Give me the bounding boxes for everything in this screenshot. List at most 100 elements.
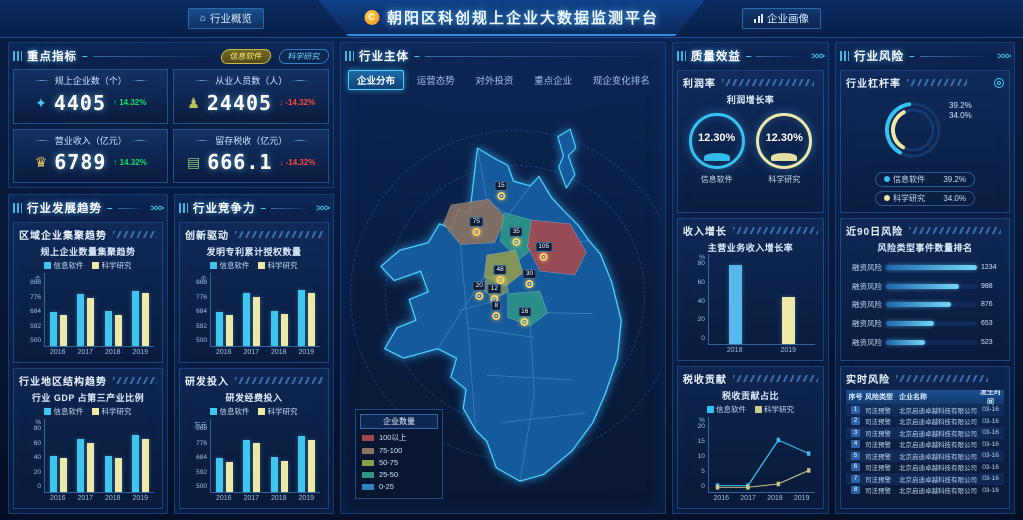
table-row[interactable]: 3司法预警北京启迪卓越科技有限公司03-16	[846, 427, 1004, 439]
metric-delta: ↓ -14.32%	[279, 98, 315, 107]
marker-pin-icon	[496, 276, 504, 284]
map-marker[interactable]: 75	[470, 217, 483, 236]
row-index-cell: 8	[846, 486, 865, 494]
table-row[interactable]: 6司法预警北京启迪卓越科技有限公司03-16	[846, 462, 1004, 474]
legend-label: 科学研究	[267, 260, 297, 271]
risk-type-cell: 司法预警	[865, 462, 899, 472]
occur-time-cell: 03-16	[977, 406, 1004, 413]
risk-bar-row: 融资风险653	[846, 318, 1004, 329]
nav-portrait-label: 企业画像	[767, 11, 809, 26]
trophy-icon: ♛	[35, 155, 48, 169]
bars-row	[210, 419, 320, 493]
x-tick: 2018	[99, 349, 127, 356]
tab-重点企业[interactable]: 重点企业	[526, 71, 580, 89]
map-marker[interactable]: 30	[523, 269, 536, 288]
x-tick: 2017	[72, 349, 100, 356]
panel-bars-icon	[840, 51, 849, 61]
key-indicators-header: 重点指标 – 信息软件 科学研究	[13, 47, 329, 65]
legend-item: 信息软件	[44, 406, 83, 417]
expand-arrows-icon[interactable]: >>>	[811, 51, 824, 61]
competitiveness-header: 行业竞争力 – >>>	[179, 199, 329, 217]
bar	[142, 293, 149, 346]
toggle-science-research[interactable]: 科学研究	[278, 49, 331, 64]
metric-value: 666.1	[207, 150, 272, 174]
hatch-decoration	[235, 377, 323, 384]
key-indicators-title: 重点指标	[27, 48, 77, 64]
table-row[interactable]: 2司法预警北京启迪卓越科技有限公司03-16	[846, 416, 1004, 428]
subcard-header: 实时风险	[846, 371, 1004, 386]
gauge-wave-decoration	[704, 153, 730, 161]
expand-arrows-icon[interactable]: >>>	[997, 51, 1010, 61]
hatch-decoration	[113, 231, 157, 238]
y-tick: 5	[701, 468, 705, 475]
y-tick: 0	[701, 483, 705, 490]
map-marker[interactable]: 48	[493, 265, 506, 284]
chart-title: 规上企业数量集聚趋势	[19, 245, 157, 258]
marker-pin-icon	[492, 312, 500, 320]
enterprise-agglomeration-chart: 规上企业数量集聚趋势信息软件科学研究个868776684592500201620…	[19, 242, 157, 358]
risk-bar-track	[886, 265, 977, 270]
table-row[interactable]: 8司法预警北京启迪卓越科技有限公司03-16	[846, 485, 1004, 497]
hatch-decoration	[235, 231, 323, 238]
bar	[308, 293, 315, 346]
column-header: 企业名称	[899, 392, 977, 402]
map-marker[interactable]: 20	[473, 281, 486, 300]
money-icon: ▤	[187, 155, 200, 169]
bar-group	[100, 419, 127, 492]
map-marker[interactable]: 15	[494, 181, 507, 200]
hatch-decoration	[907, 79, 967, 86]
x-tick: 2016	[708, 495, 735, 502]
nav-enterprise-portrait[interactable]: 企业画像	[742, 8, 821, 29]
risk-bar-track	[886, 284, 977, 289]
row-number-badge: 4	[851, 440, 860, 448]
table-row[interactable]: 5司法预警北京启迪卓越科技有限公司03-16	[846, 450, 1004, 462]
bar-group	[72, 419, 99, 492]
tab-企业分布[interactable]: 企业分布	[348, 70, 404, 90]
risk-type-cell: 司法预警	[865, 439, 899, 449]
map-legend-item: 75-100	[362, 446, 436, 455]
bar-group	[709, 254, 762, 344]
legend-swatch	[210, 408, 217, 415]
tab-规企变化排名[interactable]: 规企变化排名	[585, 71, 658, 89]
toggle-info-software[interactable]: 信息软件	[220, 49, 273, 64]
table-row[interactable]: 7司法预警北京启迪卓越科技有限公司03-16	[846, 473, 1004, 485]
expand-arrows-icon[interactable]: >>>	[150, 203, 163, 213]
y-tick: 592	[30, 323, 41, 330]
hatch-decoration	[909, 227, 1001, 234]
subcard-title: 收入增长	[683, 223, 727, 238]
x-tick: 2018	[265, 349, 293, 356]
table-row[interactable]: 1司法预警北京启迪卓越科技有限公司03-16	[846, 404, 1004, 416]
x-tick: 2017	[237, 495, 265, 502]
map-marker[interactable]: 16	[518, 307, 531, 326]
bar-group	[265, 419, 292, 492]
legend-swatch	[210, 262, 217, 269]
row-index-cell: 7	[846, 475, 865, 483]
y-tick: 80	[698, 260, 705, 267]
plot-area: 2016201720182019	[210, 419, 320, 504]
subcard-header: 近90日风险	[846, 223, 1004, 238]
metric-value-row: ▤666.1↓ -14.32%	[178, 147, 323, 179]
marker-value: 15	[494, 181, 507, 191]
risk-type-label: 融资风险	[846, 281, 882, 292]
nav-overview-label: 行业概览	[210, 11, 252, 26]
expand-arrows-icon[interactable]: >>>	[316, 203, 329, 213]
chart-legend: 信息软件科学研究	[19, 406, 157, 417]
map-marker[interactable]: 8	[491, 301, 501, 320]
realtime-risk-card: 实时风险 序号风险类型企业名称发生时间1司法预警北京启迪卓越科技有限公司03-1…	[840, 366, 1010, 509]
leverage-legend: 信息软件39.2%科学研究34.0%	[875, 168, 975, 206]
bar	[142, 439, 149, 492]
target-icon[interactable]	[994, 78, 1004, 88]
chart-title: 利润增长率	[683, 93, 818, 106]
risk-type-label: 融资风险	[846, 337, 882, 348]
map-marker[interactable]: 35	[510, 227, 523, 246]
table-row[interactable]: 4司法预警北京启迪卓越科技有限公司03-16	[846, 439, 1004, 451]
subcard-header: 行业杠杆率	[846, 75, 1004, 90]
legend-label: 信息软件	[219, 406, 249, 417]
tab-对外投资[interactable]: 对外投资	[467, 71, 521, 89]
subcard-title: 近90日风险	[846, 223, 903, 238]
nav-industry-overview[interactable]: ⌂ 行业概览	[188, 8, 264, 29]
marker-value: 35	[510, 227, 523, 237]
tab-运营态势[interactable]: 运营态势	[409, 71, 463, 89]
map-marker[interactable]: 105	[535, 242, 552, 261]
legend-item: 信息软件	[210, 406, 249, 417]
